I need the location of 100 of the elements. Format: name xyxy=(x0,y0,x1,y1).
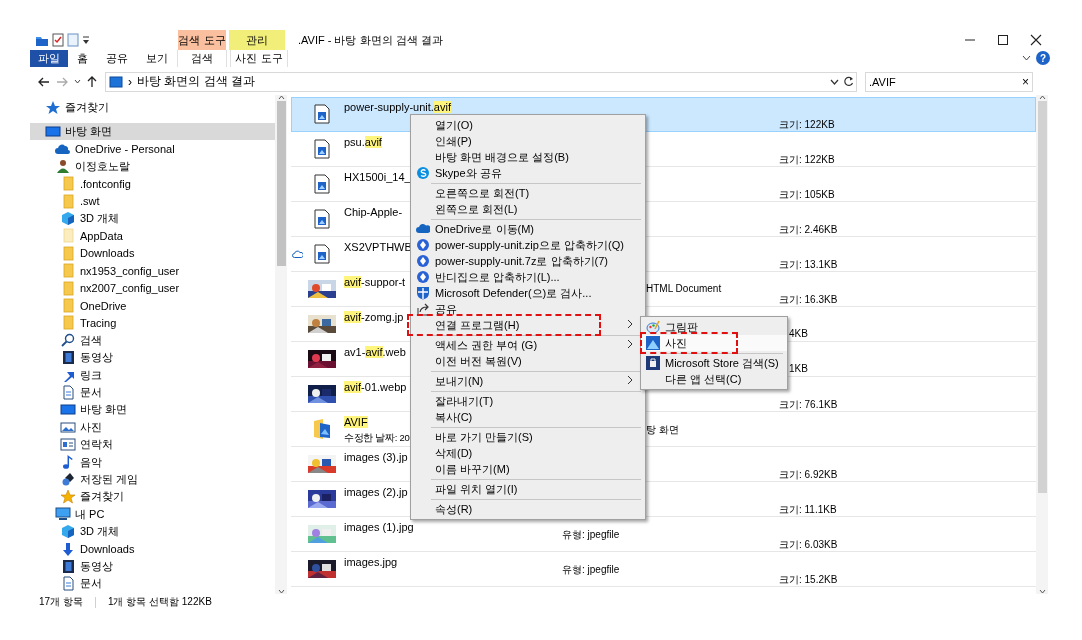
menu-item[interactable]: 왼쪽으로 회전(L) xyxy=(411,201,645,217)
back-arrow-icon[interactable] xyxy=(38,76,50,87)
menu-item[interactable]: Skype와 공유 xyxy=(411,165,645,181)
file-name[interactable]: AVIF xyxy=(344,415,368,429)
sidebar-item[interactable]: 이정호노랄 xyxy=(30,157,276,176)
scrollbar-thumb[interactable] xyxy=(276,100,286,266)
clear-search-button[interactable]: × xyxy=(1022,74,1029,89)
file-name[interactable]: XS2VPTHWB xyxy=(344,240,412,254)
sidebar-item[interactable]: nx2007_config_user xyxy=(30,279,276,297)
sidebar-item[interactable]: Tracing xyxy=(30,314,276,332)
sidebar-item[interactable]: 3D 개체 xyxy=(30,522,276,541)
ribbon-tab[interactable]: 검색 xyxy=(177,50,227,67)
sidebar-item[interactable]: 문서 xyxy=(30,575,276,593)
sidebar-item[interactable]: 저장된 게임 xyxy=(30,470,276,489)
sidebar-item[interactable]: 링크 xyxy=(30,366,276,384)
menu-item[interactable]: 잘라내기(T) xyxy=(411,393,645,409)
document-icon xyxy=(60,576,76,592)
sidebar-item[interactable]: 바탕 화면 xyxy=(30,401,276,419)
file-name[interactable]: avif-zomg.jp xyxy=(344,310,404,324)
file-menu-tab[interactable]: 파일 xyxy=(30,50,68,67)
file-name[interactable]: Chip-Apple- xyxy=(344,205,403,219)
sidebar-item[interactable]: nx1953_config_user xyxy=(30,262,276,280)
sidebar-item[interactable]: 문서 xyxy=(30,383,276,402)
file-row[interactable]: images.jpg 유형: jpegfile 크기: 15.2KB xyxy=(291,551,1037,587)
sidebar-item[interactable]: .fontconfig xyxy=(30,175,276,193)
menu-item[interactable]: 이름 바꾸기(M) xyxy=(411,461,645,477)
expand-ribbon-caret-icon[interactable] xyxy=(1022,55,1031,62)
ribbon-tab[interactable]: 공유 xyxy=(97,50,137,67)
ribbon-tab[interactable]: 사진 도구 xyxy=(230,50,288,67)
sidebar-item[interactable]: Downloads xyxy=(30,540,276,558)
file-name[interactable]: psu.avif xyxy=(344,135,382,149)
sidebar-item[interactable]: 내 PC xyxy=(30,505,276,523)
search-field[interactable]: .AVIF × xyxy=(865,71,1033,92)
menu-item[interactable]: Microsoft Defender(으)로 검사... xyxy=(411,285,645,301)
sidebar-item[interactable]: 연락처 xyxy=(30,435,276,454)
sidebar-item[interactable]: 즐겨찾기 xyxy=(30,99,276,116)
ribbon-tab[interactable]: 보기 xyxy=(137,50,177,67)
menu-item[interactable]: 반디집으로 압축하기(L)... xyxy=(411,269,645,285)
file-name[interactable]: images (1).jpg xyxy=(344,520,414,534)
image-icon xyxy=(646,336,660,350)
menu-item[interactable]: OneDrive로 이동(M) xyxy=(411,221,645,237)
context-tab-header: 검색 도구 xyxy=(178,30,226,50)
sidebar-item[interactable]: 사진 xyxy=(30,418,276,436)
sidebar-item[interactable]: AppData xyxy=(30,227,276,245)
menu-item[interactable]: 바탕 화면 배경으로 설정(B) xyxy=(411,149,645,165)
breadcrumb-separator[interactable]: › xyxy=(128,74,132,89)
sidebar-item[interactable]: .swt xyxy=(30,192,276,210)
refresh-icon[interactable] xyxy=(843,76,854,88)
up-arrow-icon[interactable] xyxy=(87,76,97,88)
file-name[interactable]: images.jpg xyxy=(344,555,398,569)
scroll-down-icon[interactable] xyxy=(1038,589,1046,595)
sidebar-item[interactable]: 음악 xyxy=(30,453,276,471)
menu-item[interactable]: 열기(O) xyxy=(411,117,645,133)
file-name[interactable]: HX1500i_14_ xyxy=(344,170,411,184)
menu-item[interactable]: Microsoft Store 검색(S) xyxy=(641,355,787,371)
sidebar-item[interactable]: 검색 xyxy=(30,331,276,349)
maximize-icon[interactable] xyxy=(996,34,1009,46)
file-name[interactable]: avif-01.webp xyxy=(344,380,407,394)
game-pieces-icon xyxy=(60,471,76,487)
menu-item[interactable]: 속성(R) xyxy=(411,501,645,517)
menu-item[interactable]: power-supply-unit.7z로 압축하기(7) xyxy=(411,253,645,269)
recent-caret-icon[interactable] xyxy=(74,79,81,85)
breadcrumb-item[interactable]: 바탕 화면의 검색 결과 xyxy=(137,73,255,91)
ribbon-tab[interactable]: 홈 xyxy=(68,50,97,67)
address-field[interactable]: › 바탕 화면의 검색 결과 xyxy=(105,71,857,92)
sidebar-item[interactable]: 즐겨찾기 xyxy=(30,488,276,506)
file-name[interactable]: avif-suppor-t xyxy=(344,275,406,289)
help-button[interactable]: ? xyxy=(1036,51,1050,66)
scrollbar[interactable] xyxy=(1036,94,1048,595)
menu-item[interactable]: 파일 위치 열기(I) xyxy=(411,481,645,497)
menu-item[interactable]: power-supply-unit.zip으로 압축하기(Q) xyxy=(411,237,645,253)
sidebar-item[interactable]: 동영상 xyxy=(30,557,276,576)
scrollbar[interactable] xyxy=(275,94,287,595)
customize-caret-icon[interactable] xyxy=(82,34,90,46)
sidebar-item[interactable]: 바탕 화면 xyxy=(30,122,276,141)
file-name[interactable]: images (3).jp xyxy=(344,450,408,464)
menu-item[interactable]: 복사(C) xyxy=(411,409,645,425)
sidebar-item[interactable]: 동영상 xyxy=(30,349,276,367)
file-size: 1KB xyxy=(789,362,808,374)
scroll-down-icon[interactable] xyxy=(277,589,285,595)
menu-item[interactable]: 사진 xyxy=(641,335,787,351)
menu-item[interactable]: 바로 가기 만들기(S) xyxy=(411,429,645,445)
file-type: 유형: jpegfile xyxy=(562,563,620,575)
close-icon[interactable] xyxy=(1029,34,1042,46)
scroll-up-icon[interactable] xyxy=(1038,94,1046,100)
menu-item[interactable]: 인쇄(P) xyxy=(411,133,645,149)
scroll-up-icon[interactable] xyxy=(277,94,285,100)
menu-item[interactable]: 삭제(D) xyxy=(411,445,645,461)
dropdown-caret-icon[interactable] xyxy=(830,78,839,85)
file-name[interactable]: images (2).jp xyxy=(344,485,408,499)
sidebar-item[interactable]: OneDrive - Personal xyxy=(30,140,276,158)
menu-item[interactable]: 오른쪽으로 회전(T) xyxy=(411,185,645,201)
sidebar-item[interactable]: 3D 개체 xyxy=(30,209,276,228)
sidebar-item[interactable]: OneDrive xyxy=(30,296,276,315)
file-name[interactable]: power-supply-unit.avif xyxy=(344,100,451,114)
file-name[interactable]: av1-avif.web xyxy=(344,345,406,359)
scrollbar-thumb[interactable] xyxy=(1037,100,1047,493)
checkmark-document-icon[interactable] xyxy=(52,33,64,47)
sidebar-item[interactable]: Downloads xyxy=(30,244,276,263)
menu-item[interactable]: 그림판 xyxy=(641,319,787,335)
